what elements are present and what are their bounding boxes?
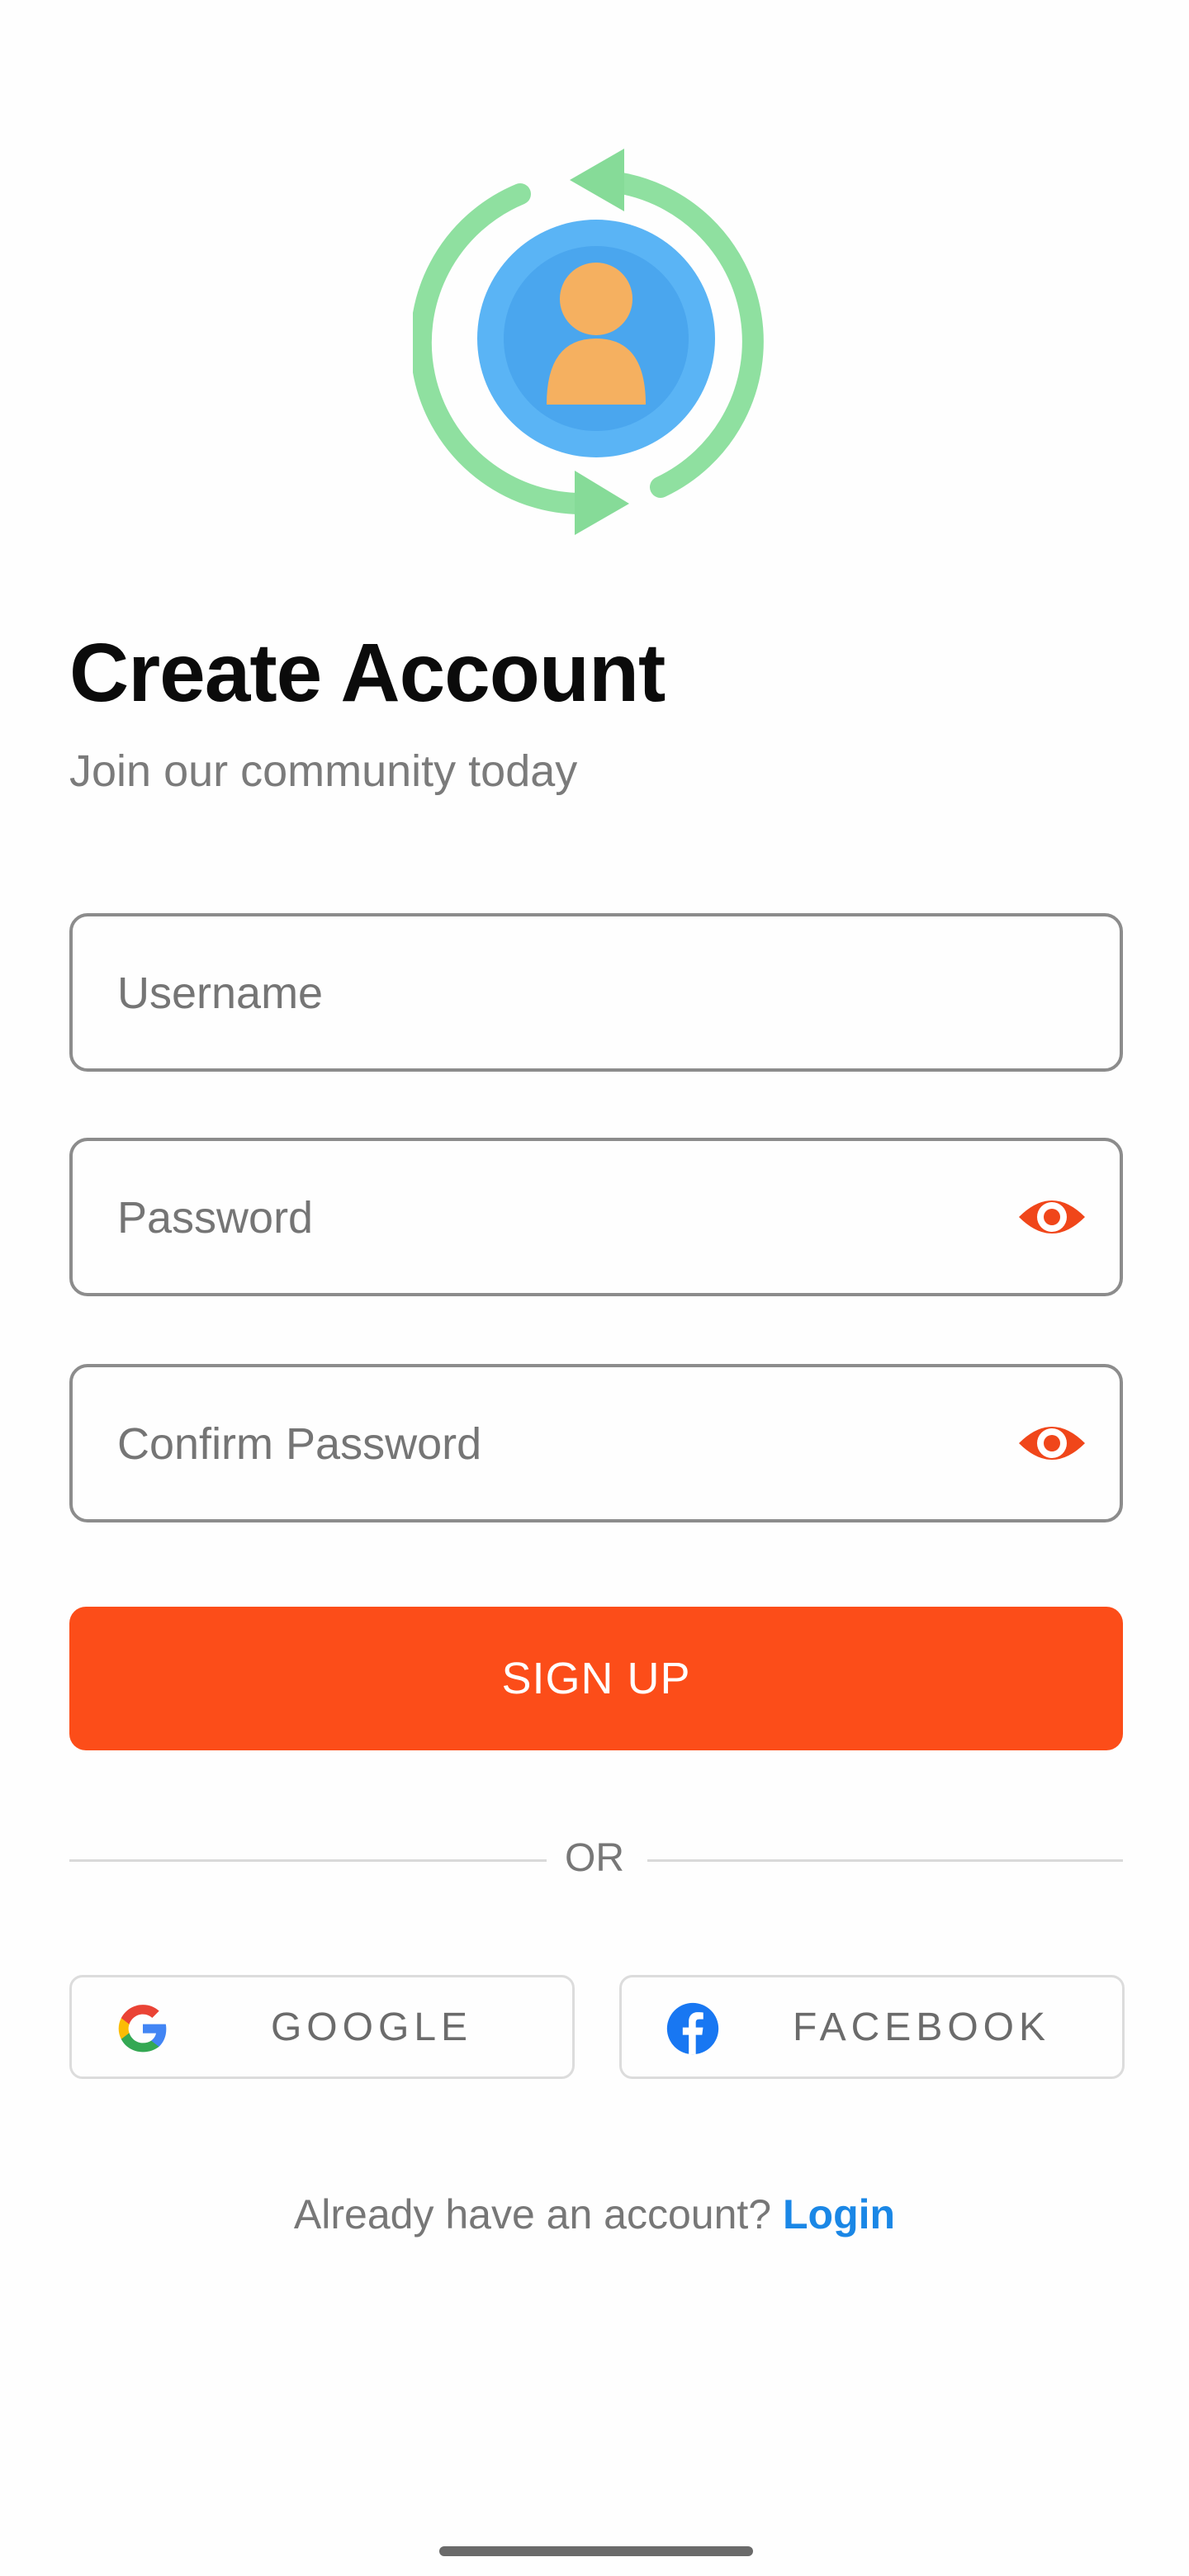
- google-sign-in-button[interactable]: GOOGLE: [69, 1975, 575, 2079]
- password-field[interactable]: [69, 1138, 1123, 1296]
- confirm-password-field[interactable]: [69, 1364, 1123, 1522]
- facebook-icon: [666, 2002, 719, 2055]
- login-prompt: Already have an account? Login: [0, 2190, 1189, 2239]
- eye-icon[interactable]: [1016, 1415, 1088, 1471]
- account-sync-icon: [410, 149, 764, 535]
- account-hero-illustration: [410, 140, 776, 545]
- login-link[interactable]: Login: [783, 2191, 895, 2237]
- confirm-password-input[interactable]: [116, 1367, 994, 1521]
- eye-icon[interactable]: [1016, 1189, 1088, 1245]
- facebook-sign-in-button[interactable]: FACEBOOK: [619, 1975, 1125, 2079]
- or-divider-label: OR: [565, 1836, 624, 1880]
- password-input[interactable]: [116, 1141, 994, 1295]
- login-prompt-text: Already have an account?: [293, 2191, 783, 2237]
- facebook-button-label: FACEBOOK: [792, 2005, 1051, 2049]
- sign-up-button[interactable]: SIGN UP: [69, 1607, 1123, 1750]
- home-indicator[interactable]: [439, 2546, 753, 2556]
- google-icon: [118, 2005, 167, 2053]
- divider-line-right: [647, 1859, 1123, 1862]
- username-input[interactable]: [116, 916, 994, 1070]
- google-button-label: GOOGLE: [270, 2005, 473, 2049]
- divider-line-left: [69, 1859, 547, 1862]
- page-subtitle: Join our community today: [69, 746, 578, 796]
- username-field[interactable]: [69, 913, 1123, 1072]
- page-title: Create Account: [69, 627, 666, 719]
